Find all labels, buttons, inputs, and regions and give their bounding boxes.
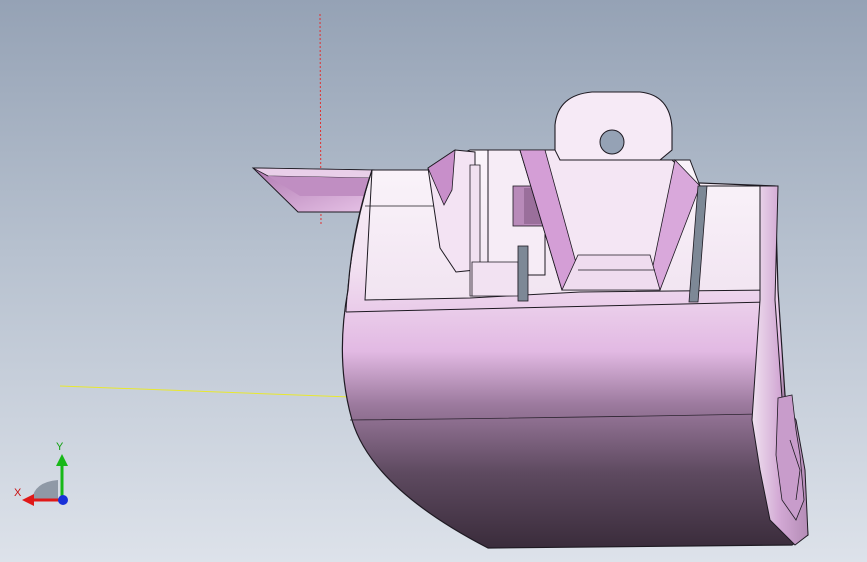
model-scene[interactable]: [0, 0, 867, 562]
graphics-viewport[interactable]: Y X: [0, 0, 867, 562]
slot-left: [517, 245, 529, 302]
z-axis-dot: [58, 495, 68, 505]
left-lip-tab[interactable]: [251, 167, 373, 213]
triad-plane-shade: [32, 480, 58, 500]
pin-hole[interactable]: [599, 129, 625, 155]
triad-graphic: [22, 454, 68, 506]
horizontal-reference-line: [59, 385, 351, 398]
y-axis-label: Y: [56, 441, 64, 453]
mounting-ear[interactable]: [554, 91, 673, 161]
x-axis-label: X: [14, 487, 22, 499]
coordinate-triad: Y X: [10, 438, 80, 513]
